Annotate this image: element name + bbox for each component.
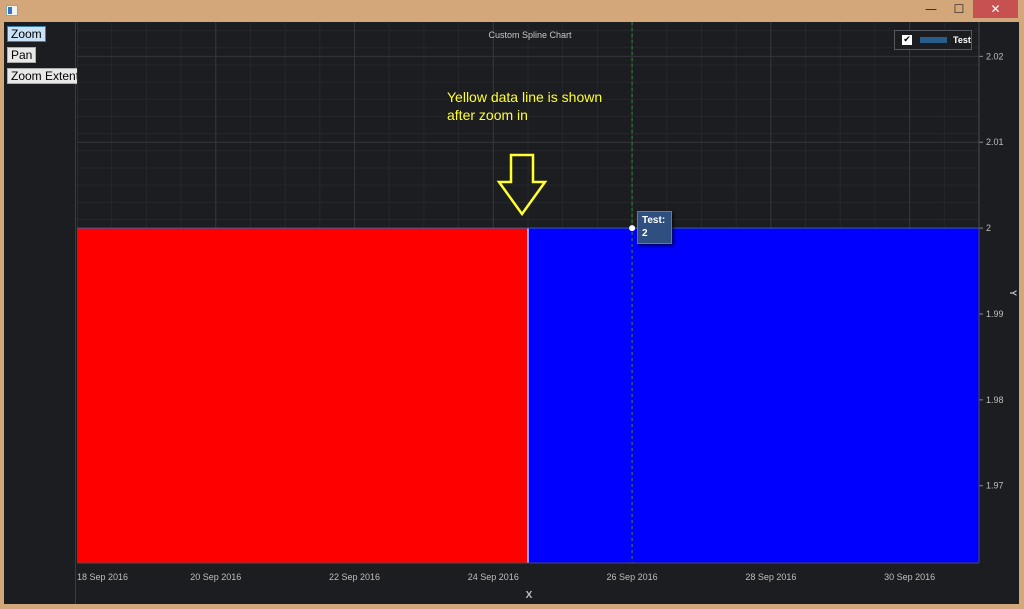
fill-region-blue	[528, 228, 979, 563]
fill-region-red	[77, 228, 528, 563]
x-tick-label: 30 Sep 2016	[884, 572, 935, 582]
x-tick-label: 20 Sep 2016	[190, 572, 241, 582]
close-icon: ✕	[990, 2, 1001, 16]
pan-button[interactable]: Pan	[7, 47, 37, 63]
y-tick-label: 2.02	[986, 51, 1004, 61]
maximize-icon: ☐	[953, 2, 965, 16]
legend-series-label: Test	[953, 35, 971, 45]
y-tick-label: 1.98	[986, 395, 1004, 405]
minimize-button[interactable]: —	[918, 0, 944, 18]
chart-legend: ✔ Test	[894, 30, 972, 50]
y-tick-label: 2	[986, 223, 991, 233]
x-tick-label: 22 Sep 2016	[329, 572, 380, 582]
close-button[interactable]: ✕	[973, 0, 1018, 18]
legend-series-swatch	[920, 37, 947, 43]
x-tick-label: 18 Sep 2016	[77, 572, 128, 582]
annotation-line-1: Yellow data line is shown	[447, 89, 603, 105]
maximize-button[interactable]: ☐	[946, 0, 972, 18]
x-tick-label: 28 Sep 2016	[745, 572, 796, 582]
data-tooltip: Test: 2	[637, 211, 672, 244]
cursor-point	[629, 225, 636, 232]
app-icon	[6, 5, 18, 16]
fill-regions	[77, 228, 979, 563]
tooltip-value: 2	[642, 228, 648, 239]
y-tick-label: 2.01	[986, 137, 1004, 147]
chart-title: Custom Spline Chart	[488, 30, 572, 40]
tooltip-series-name: Test:	[642, 215, 666, 226]
zoom-button[interactable]: Zoom	[7, 26, 46, 42]
client-area: Zoom Pan Zoom Extents 18 Sep 2016 20 Sep …	[4, 22, 1019, 604]
y-axis-label: Y	[1008, 290, 1018, 296]
x-tick-label: 24 Sep 2016	[468, 572, 519, 582]
minimize-icon: —	[925, 2, 937, 16]
chart-toolbar: Zoom Pan Zoom Extents	[4, 22, 90, 604]
y-tick-label: 1.97	[986, 481, 1004, 491]
annotation-line-2: after zoom in	[447, 107, 528, 123]
x-tick-label: 26 Sep 2016	[607, 572, 658, 582]
y-tick-label: 1.99	[986, 309, 1004, 319]
application-window: — ☐ ✕ Zoom Pan Zoom Extents 18 Sep 2016 2…	[0, 0, 1024, 609]
x-axis-label: X	[526, 590, 533, 601]
title-bar[interactable]: — ☐ ✕	[0, 0, 1024, 22]
chart-surface[interactable]: 18 Sep 2016 20 Sep 2016 22 Sep 2016 24 Sep …	[76, 22, 1019, 604]
legend-checkbox[interactable]: ✔	[902, 35, 912, 45]
annotation-text: Yellow data line is shown after zoom in	[447, 88, 602, 124]
